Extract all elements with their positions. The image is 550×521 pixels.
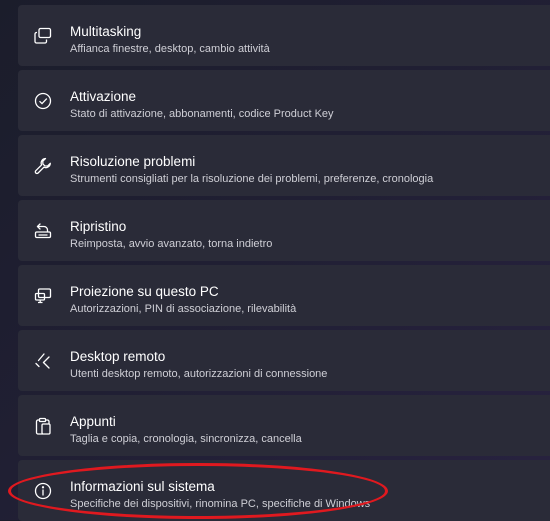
settings-item-recovery[interactable]: Ripristino Reimposta, avvio avanzato, to…	[18, 200, 550, 261]
settings-item-title: Informazioni sul sistema	[70, 479, 215, 494]
projection-icon	[33, 286, 53, 306]
settings-item-title: Proiezione su questo PC	[70, 284, 219, 299]
settings-item-subtitle: Affianca finestre, desktop, cambio attiv…	[70, 43, 270, 55]
settings-item-system-info[interactable]: Informazioni sul sistema Specifiche dei …	[18, 460, 550, 521]
settings-item-title: Risoluzione problemi	[70, 154, 196, 169]
settings-item-subtitle: Taglia e copia, cronologia, sincronizza,…	[70, 433, 302, 445]
settings-item-subtitle: Strumenti consigliati per la risoluzione…	[70, 173, 434, 185]
remote-desktop-icon	[33, 351, 53, 371]
settings-item-subtitle: Reimposta, avvio avanzato, torna indietr…	[70, 238, 273, 250]
settings-item-subtitle: Specifiche dei dispositivi, rinomina PC,…	[70, 498, 371, 510]
settings-item-subtitle: Autorizzazioni, PIN di associazione, ril…	[70, 303, 297, 315]
multitasking-icon	[33, 26, 53, 46]
settings-item-troubleshoot[interactable]: Risoluzione problemi Strumenti consiglia…	[18, 135, 550, 196]
settings-item-clipboard[interactable]: Appunti Taglia e copia, cronologia, sinc…	[18, 395, 550, 456]
info-icon	[33, 481, 53, 501]
settings-item-title: Multitasking	[70, 24, 142, 39]
settings-item-title: Appunti	[70, 414, 116, 429]
activation-check-icon	[33, 91, 53, 111]
recovery-icon	[33, 221, 53, 241]
settings-item-projection[interactable]: Proiezione su questo PC Autorizzazioni, …	[18, 265, 550, 326]
settings-item-title: Desktop remoto	[70, 349, 166, 364]
settings-item-subtitle: Utenti desktop remoto, autorizzazioni di…	[70, 368, 328, 380]
wrench-icon	[33, 156, 53, 176]
settings-item-activation[interactable]: Attivazione Stato di attivazione, abbona…	[18, 70, 550, 131]
settings-item-remote-desktop[interactable]: Desktop remoto Utenti desktop remoto, au…	[18, 330, 550, 391]
settings-item-subtitle: Stato di attivazione, abbonamenti, codic…	[70, 108, 334, 120]
clipboard-icon	[33, 416, 53, 436]
settings-item-title: Attivazione	[70, 89, 137, 104]
settings-item-multitasking[interactable]: Multitasking Affianca finestre, desktop,…	[18, 5, 550, 66]
settings-item-title: Ripristino	[70, 219, 127, 234]
